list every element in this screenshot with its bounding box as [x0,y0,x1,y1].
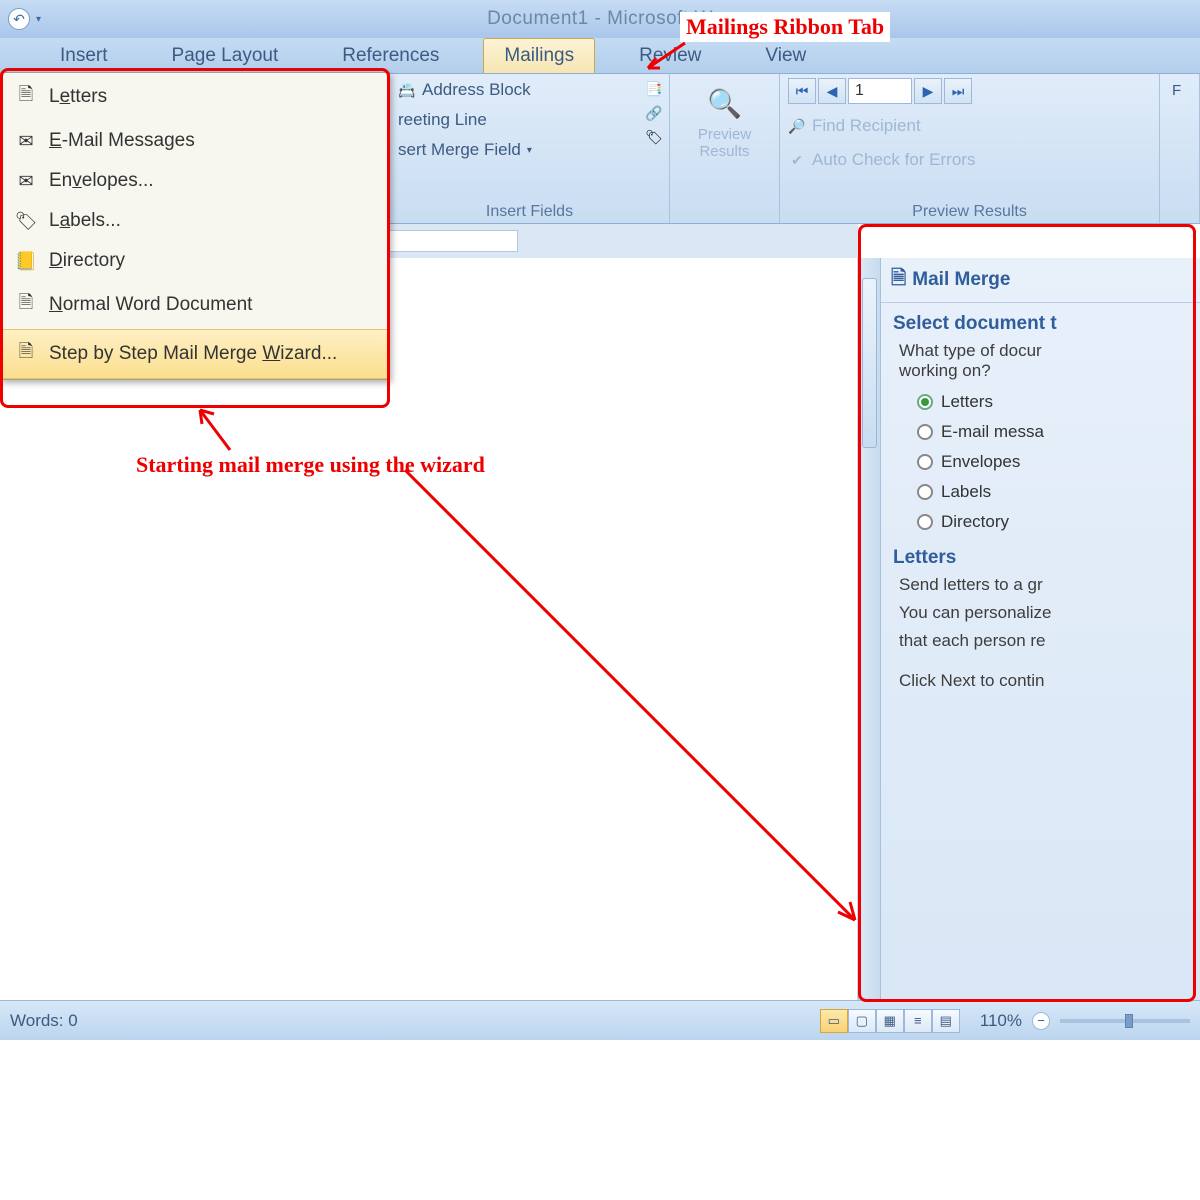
doc-type-question: What type of docur working on? [881,339,1200,387]
task-pane-icon: 🗎 [891,264,906,296]
qat-dropdown-icon[interactable]: ▾ [36,14,50,25]
zoom-slider-thumb[interactable] [1125,1014,1133,1028]
preview-results-button[interactable]: 🔍 Preview Results [694,78,755,164]
radio-labels-label: Labels [941,482,991,502]
insert-fields-group-label: Insert Fields [398,201,661,221]
print-layout-view-button[interactable]: ▭ [820,1009,848,1033]
radio-labels[interactable]: Labels [881,477,1200,507]
check-icon: ✔ [788,151,806,169]
zoom-control: 110% − [980,1011,1190,1031]
tab-view[interactable]: View [745,39,826,73]
zoom-level[interactable]: 110% [980,1011,1022,1031]
title-bar: ↶ ▾ Document1 - Microsoft W [0,0,1200,38]
tab-insert[interactable]: Insert [40,39,128,73]
preview-results-group-label: Preview Results [788,201,1151,221]
first-record-button[interactable]: ⏮ [788,78,816,104]
radio-directory-label: Directory [941,512,1009,532]
menu-item-letters[interactable]: 🗎Letters [1,73,389,121]
radio-directory[interactable]: Directory [881,507,1200,537]
record-number-field[interactable] [848,78,912,104]
draft-view-button[interactable]: ▤ [932,1009,960,1033]
outline-view-button[interactable]: ≡ [904,1009,932,1033]
annotation-label-ribbon-tab: Mailings Ribbon Tab [680,12,890,42]
letters-desc-1: Send letters to a gr [881,573,1200,601]
directory-icon: 📒 [13,251,39,272]
web-layout-view-button[interactable]: ▦ [876,1009,904,1033]
auto-check-errors-button[interactable]: ✔ Auto Check for Errors [788,148,975,172]
start-mail-merge-menu: 🗎Letters ✉E-Mail Messages ✉Envelopes... … [0,72,390,380]
radio-off-icon [917,454,933,470]
undo-button[interactable]: ↶ [8,8,30,30]
address-block-icon: 📇 [398,81,416,99]
annotation-arrow-wizard-right [400,460,870,940]
tab-page-layout[interactable]: Page Layout [152,39,299,73]
last-record-button[interactable]: ⏭ [944,78,972,104]
click-next-text: Click Next to contin [881,657,1200,697]
preview-results-label: Preview Results [698,126,751,160]
tab-references[interactable]: References [322,39,459,73]
greeting-line-label: reeting Line [398,110,487,130]
menu-item-labels[interactable]: 🏷Labels... [1,201,389,241]
radio-envelopes-label: Envelopes [941,452,1020,472]
radio-email[interactable]: E-mail messa [881,417,1200,447]
match-fields-icon[interactable]: 🔗 [645,104,663,122]
letters-desc-2: You can personalize [881,601,1200,629]
rules-icon[interactable]: 📑 [645,80,663,98]
address-block-label: Address Block [422,80,531,100]
status-bar: Words: 0 ▭ ▢ ▦ ≡ ▤ 110% − [0,1000,1200,1040]
document-icon: 🗎 [13,290,39,320]
select-doc-type-title: Select document t [881,303,1200,339]
dropdown-icon: ▾ [527,145,532,156]
annotation-arrow-tab [640,38,690,78]
full-screen-view-button[interactable]: ▢ [848,1009,876,1033]
radio-letters-label: Letters [941,392,993,412]
update-labels-icon[interactable]: 🏷 [645,128,663,146]
finish-label: F [1172,82,1181,99]
zoom-slider[interactable] [1060,1019,1190,1023]
greeting-line-button[interactable]: reeting Line [398,108,487,132]
zoom-out-button[interactable]: − [1032,1012,1050,1030]
wizard-icon: 🗎 [13,339,39,369]
envelope-icon: ✉ [13,171,39,192]
radio-letters[interactable]: Letters [881,387,1200,417]
finish-button[interactable]: F [1168,78,1185,103]
menu-item-normal-doc[interactable]: 🗎Normal Word Document [1,281,389,329]
menu-item-wizard[interactable]: 🗎Step by Step Mail Merge Wizard... [1,329,389,379]
find-recipient-button[interactable]: 🔎 Find Recipient [788,114,921,138]
blank-area [0,1040,1200,1200]
radio-off-icon [917,514,933,530]
letters-desc-3: that each person re [881,629,1200,657]
annotation-label-wizard: Starting mail merge using the wizard [130,450,491,480]
radio-off-icon [917,484,933,500]
find-icon: 🔎 [788,117,806,135]
insert-merge-field-button[interactable]: sert Merge Field ▾ [398,138,532,162]
letters-icon: 🗎 [13,82,39,112]
tab-mailings[interactable]: Mailings [483,38,595,73]
email-icon: ✉ [13,131,39,152]
menu-item-directory[interactable]: 📒Directory [1,241,389,281]
preview-icon: 🔍 [703,82,745,124]
insert-merge-field-label: sert Merge Field [398,140,521,160]
radio-on-icon [917,394,933,410]
ribbon-tabs: Insert Page Layout References Mailings R… [0,38,1200,74]
letters-title: Letters [881,537,1200,573]
find-recipient-label: Find Recipient [812,116,921,136]
prev-record-button[interactable]: ◀ [818,78,846,104]
next-record-button[interactable]: ▶ [914,78,942,104]
address-block-button[interactable]: 📇 Address Block [398,78,531,102]
task-pane-header: 🗎 Mail Merge [881,258,1200,303]
word-count[interactable]: Words: 0 [10,1011,78,1031]
vscroll-thumb[interactable] [862,278,877,448]
task-pane-title: Mail Merge [912,269,1010,291]
radio-off-icon [917,424,933,440]
radio-email-label: E-mail messa [941,422,1044,442]
menu-item-email[interactable]: ✉E-Mail Messages [1,121,389,161]
labels-icon: 🏷 [13,211,39,232]
menu-item-envelopes[interactable]: ✉Envelopes... [1,161,389,201]
view-buttons: ▭ ▢ ▦ ≡ ▤ [820,1009,960,1033]
radio-envelopes[interactable]: Envelopes [881,447,1200,477]
auto-check-label: Auto Check for Errors [812,150,975,170]
